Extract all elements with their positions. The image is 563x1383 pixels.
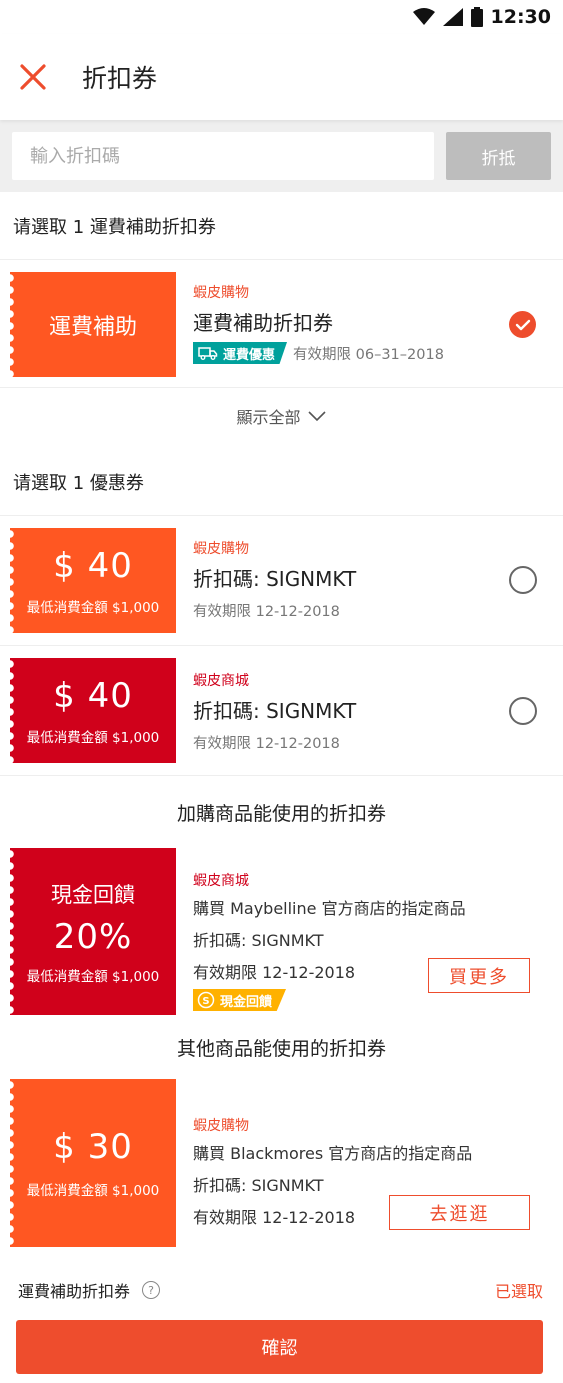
show-all-label: 顯示全部	[236, 407, 301, 427]
go-shopping-button[interactable]: 去逛逛	[389, 1195, 530, 1230]
shipping-section-title: 请選取 1 運費補助折扣券	[0, 192, 563, 260]
voucher-code-area: 折抵	[0, 120, 563, 192]
stub-title: 現金回饋	[51, 882, 135, 907]
shipping-tag: 運費優惠	[193, 342, 288, 364]
voucher-shop: 蝦皮商城	[193, 873, 249, 889]
confirm-button[interactable]: 確認	[16, 1320, 543, 1374]
cell-signal-icon	[442, 8, 463, 26]
buy-more-button[interactable]: 買更多	[428, 958, 530, 993]
voucher-amount: $ 40	[53, 675, 133, 716]
voucher-body: 蝦皮購物 折扣碼: SIGNMKT 有效期限 12-12-2018	[193, 538, 503, 621]
selection-summary: 運費補助折扣券 ? 已選取	[0, 1272, 563, 1308]
voucher-shop: 蝦皮購物	[193, 1118, 249, 1134]
voucher-code-input[interactable]	[12, 132, 434, 180]
voucher-description: 購買 Maybelline 官方商店的指定商品	[193, 899, 466, 918]
cashback-tag: S 現金回饋	[193, 989, 287, 1011]
selection-state: 已選取	[494, 1282, 543, 1301]
wifi-icon	[412, 8, 435, 25]
discount-section-title: 请選取 1 優惠券	[0, 448, 563, 516]
voucher-description: 購買 Blackmores 官方商店的指定商品	[193, 1144, 473, 1163]
truck-icon	[198, 347, 218, 360]
voucher-shop: 蝦皮購物	[193, 541, 249, 557]
coin-icon: S	[197, 991, 215, 1009]
voucher-min-spend: 最低消費金額 $1,000	[26, 968, 160, 985]
app-bar: 折扣券	[0, 34, 563, 120]
stub-label: 運費補助	[48, 314, 137, 340]
voucher-expiry: 有效期限 12-12-2018	[193, 736, 340, 752]
voucher-code: 折扣碼: SIGNMKT	[193, 931, 324, 950]
voucher-min-spend: 最低消費金額 $1,000	[26, 729, 160, 746]
voucher-radio[interactable]	[509, 697, 537, 725]
voucher-code: 折扣碼: SIGNMKT	[193, 1176, 324, 1195]
discount-voucher[interactable]: $ 40 最低消費金額 $1,000 蝦皮商城 折扣碼: SIGNMKT 有效期…	[0, 646, 563, 776]
voucher-expiry: 有效期限 12-12-2018	[193, 604, 340, 620]
chevron-down-icon	[307, 410, 326, 421]
discount-voucher[interactable]: $ 40 最低消費金額 $1,000 蝦皮購物 折扣碼: SIGNMKT 有效期…	[0, 516, 563, 646]
show-all-link[interactable]: 顯示全部	[0, 388, 563, 443]
voucher-amount: $ 40	[53, 545, 133, 586]
voucher-amount: $ 30	[53, 1127, 133, 1167]
voucher-body: 蝦皮商城 折扣碼: SIGNMKT 有效期限 12-12-2018	[193, 670, 503, 753]
voucher-percent: 20%	[53, 916, 133, 957]
status-bar: 12:30	[0, 0, 563, 34]
voucher-body: 蝦皮購物 運費補助折扣券 運費優惠 有效期限 06–31–2018	[193, 282, 503, 364]
voucher-stub: 現金回饋 20% 最低消費金額 $1,000	[10, 848, 176, 1015]
voucher-name: 運費補助折扣券	[193, 311, 333, 335]
shipping-tag-label: 運費優惠	[223, 347, 276, 363]
redeem-button[interactable]: 折抵	[446, 132, 551, 180]
summary-label: 運費補助折扣券	[18, 1282, 131, 1301]
voucher-code: 折扣碼: SIGNMKT	[193, 567, 357, 591]
voucher-stub: $ 40 最低消費金額 $1,000	[10, 528, 176, 633]
close-icon[interactable]	[18, 62, 48, 92]
svg-text:S: S	[202, 996, 209, 1007]
other-voucher: $ 30 最低消費金額 $1,000 蝦皮購物 購買 Blackmores 官方…	[0, 1079, 563, 1247]
page-title: 折扣券	[82, 64, 158, 93]
voucher-meta: 運費優惠 有效期限 06–31–2018	[193, 342, 503, 364]
voucher-stub: $ 30 最低消費金額 $1,000	[10, 1079, 176, 1247]
voucher-radio[interactable]	[509, 566, 537, 594]
help-icon[interactable]: ?	[142, 1281, 161, 1299]
voucher-min-spend: 最低消費金額 $1,000	[26, 1183, 160, 1199]
voucher-stub: 運費補助	[10, 272, 176, 377]
voucher-stub: $ 40 最低消費金額 $1,000	[10, 658, 176, 763]
cashback-tag-label: 現金回饋	[220, 994, 273, 1010]
clock: 12:30	[490, 6, 551, 28]
voucher-expiry: 有效期限 06–31–2018	[293, 346, 444, 363]
check-icon	[515, 319, 530, 330]
selected-check[interactable]	[509, 311, 536, 338]
other-section-title: 其他商品能使用的折扣券	[176, 1037, 386, 1060]
battery-icon	[470, 7, 483, 27]
voucher-code: 折扣碼: SIGNMKT	[193, 699, 357, 723]
voucher-shop: 蝦皮購物	[193, 285, 249, 301]
addon-section-title: 加購商品能使用的折扣券	[176, 802, 386, 825]
shipping-voucher[interactable]: 運費補助 蝦皮購物 運費補助折扣券 運費優惠 有效期限 06–31–2018	[0, 260, 563, 388]
voucher-shop: 蝦皮商城	[193, 673, 249, 689]
voucher-min-spend: 最低消費金額 $1,000	[26, 599, 160, 616]
cashback-voucher: 現金回饋 20% 最低消費金額 $1,000 蝦皮商城 購買 Maybellin…	[0, 848, 563, 1015]
